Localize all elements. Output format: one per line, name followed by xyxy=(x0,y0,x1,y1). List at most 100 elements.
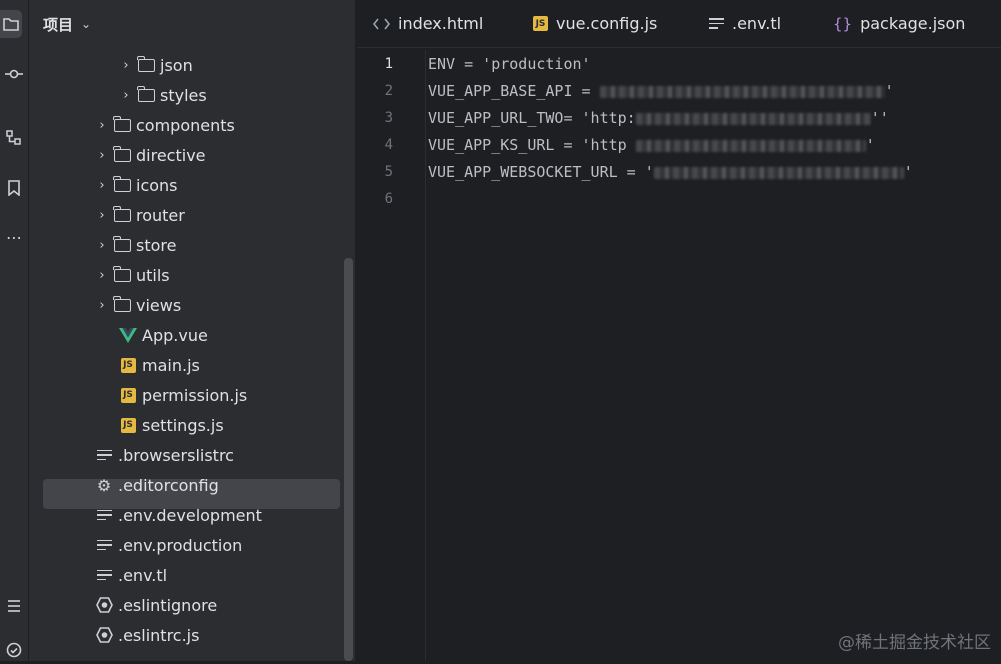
json-icon: {} xyxy=(833,14,853,33)
commit-icon[interactable] xyxy=(0,60,28,88)
line-number: 5 xyxy=(384,164,393,180)
tree-item-label: router xyxy=(136,205,185,225)
tree-item-label: json xyxy=(160,55,193,75)
tab-package-json[interactable]: {} package.json xyxy=(833,0,965,47)
code-text: ENV = 'production' xyxy=(428,55,591,73)
chevron-right-icon[interactable]: › xyxy=(93,298,111,313)
js-icon: JS xyxy=(533,16,548,31)
tree-item-label: .env.development xyxy=(118,505,262,525)
html-icon xyxy=(373,18,390,30)
tree-file[interactable]: .browserslistrc xyxy=(93,440,234,470)
tree-folder-components[interactable]: › components xyxy=(93,110,235,140)
tree-folder-utils[interactable]: › utils xyxy=(93,260,170,290)
tree-item-label: utils xyxy=(136,265,170,285)
tree-file[interactable]: .eslintignore xyxy=(93,590,217,620)
code-line: VUE_APP_KS_URL = 'http ' xyxy=(428,132,875,159)
chevron-right-icon[interactable]: › xyxy=(93,178,111,193)
line-number-gutter: 1 2 3 4 5 6 xyxy=(357,50,426,661)
tree-item-label: components xyxy=(136,115,235,135)
tree-folder-icons[interactable]: › icons xyxy=(93,170,178,200)
tree-item-label: store xyxy=(136,235,177,255)
problems-icon[interactable] xyxy=(0,636,28,664)
todo-icon[interactable] xyxy=(0,592,28,620)
code-quote: '' xyxy=(870,109,889,127)
tree-item-label: directive xyxy=(136,145,206,165)
text-file-icon xyxy=(709,18,724,29)
line-number: 6 xyxy=(384,191,393,207)
tree-folder-router[interactable]: › router xyxy=(93,200,185,230)
chevron-right-icon[interactable]: › xyxy=(93,148,111,163)
tree-folder-styles[interactable]: › styles xyxy=(117,80,207,110)
chevron-right-icon[interactable]: › xyxy=(93,268,111,283)
tree-file[interactable]: App.vue xyxy=(117,320,208,350)
text-file-icon xyxy=(93,536,115,554)
tab-env-tl[interactable]: .env.tl xyxy=(709,0,781,47)
watermark: @稀土掘金技术社区 xyxy=(838,633,991,653)
tree-item-label: styles xyxy=(160,85,207,105)
folder-icon xyxy=(111,295,133,314)
js-icon: JS xyxy=(117,386,139,404)
folder-icon[interactable] xyxy=(0,10,22,38)
folder-icon xyxy=(135,85,157,104)
tree-file[interactable]: .env.production xyxy=(93,530,242,560)
bookmark-icon[interactable] xyxy=(0,174,28,202)
folder-icon xyxy=(135,55,157,74)
tab-label: index.html xyxy=(398,14,484,33)
tab-vue-config-js[interactable]: JS vue.config.js xyxy=(533,0,657,47)
tree-item-label: settings.js xyxy=(142,415,224,435)
eslint-icon xyxy=(93,626,115,644)
line-number: 3 xyxy=(384,110,393,126)
folder-icon xyxy=(111,235,133,254)
tree-file[interactable]: JS settings.js xyxy=(117,410,224,440)
code-quote: ' xyxy=(865,136,875,154)
code-line: VUE_APP_URL_TWO= 'http: '' xyxy=(428,105,889,132)
tab-label: .env.tl xyxy=(732,14,782,33)
chevron-right-icon[interactable]: › xyxy=(93,118,111,133)
redacted-value xyxy=(635,139,866,152)
tree-item-label: .browserslistrc xyxy=(118,445,234,465)
tree-file[interactable]: .eslintrc.js xyxy=(93,620,199,650)
tree-file[interactable]: .env.development xyxy=(93,500,262,530)
more-icon[interactable]: ⋯ xyxy=(0,223,28,251)
tree-item-label: views xyxy=(136,295,182,315)
redacted-value xyxy=(653,166,904,179)
chevron-right-icon[interactable]: › xyxy=(93,208,111,223)
js-icon: JS xyxy=(117,416,139,434)
eslint-icon xyxy=(93,596,115,614)
code-text: VUE_APP_WEBSOCKET_URL = ' xyxy=(428,163,654,181)
tree-item-label: .eslintignore xyxy=(118,595,218,615)
tool-window-strip: ⋯ xyxy=(0,0,29,661)
js-icon: JS xyxy=(117,356,139,374)
tab-index-html[interactable]: index.html xyxy=(373,0,483,47)
chevron-right-icon[interactable]: › xyxy=(117,58,135,73)
tree-file[interactable]: .env.tl xyxy=(93,560,167,590)
tree-item-label: App.vue xyxy=(142,325,208,345)
tree-item-label: .eslintrc.js xyxy=(118,625,200,645)
redacted-value xyxy=(599,85,885,98)
project-scrollbar[interactable] xyxy=(344,258,353,661)
chevron-down-icon[interactable]: ⌄ xyxy=(81,17,91,31)
tree-file[interactable]: JS main.js xyxy=(117,350,200,380)
folder-icon xyxy=(111,265,133,284)
tree-folder-directive[interactable]: › directive xyxy=(93,140,206,170)
text-file-icon xyxy=(93,446,115,464)
code-line: VUE_APP_WEBSOCKET_URL = ' ' xyxy=(428,159,913,186)
structure-icon[interactable] xyxy=(0,124,28,152)
tab-label: vue.config.js xyxy=(556,14,658,33)
chevron-right-icon[interactable]: › xyxy=(117,88,135,103)
tree-folder-views[interactable]: › views xyxy=(93,290,181,320)
project-panel-header[interactable]: 项目 ⌄ xyxy=(43,12,91,36)
code-text: VUE_APP_BASE_API = xyxy=(428,82,600,100)
editor-area: index.html JS vue.config.js .env.tl {} p… xyxy=(357,0,1001,661)
tree-folder-store[interactable]: › store xyxy=(93,230,176,260)
text-file-icon xyxy=(93,506,115,524)
tree-item-label: permission.js xyxy=(142,385,248,405)
chevron-right-icon[interactable]: › xyxy=(93,238,111,253)
gear-icon: ⚙ xyxy=(96,475,112,495)
tree-file[interactable]: JS permission.js xyxy=(117,380,247,410)
folder-icon xyxy=(111,205,133,224)
tree-file[interactable]: ⚙ .editorconfig xyxy=(93,470,219,500)
line-number: 2 xyxy=(384,83,393,99)
tree-folder-json[interactable]: › json xyxy=(117,50,193,80)
folder-icon xyxy=(111,145,133,164)
